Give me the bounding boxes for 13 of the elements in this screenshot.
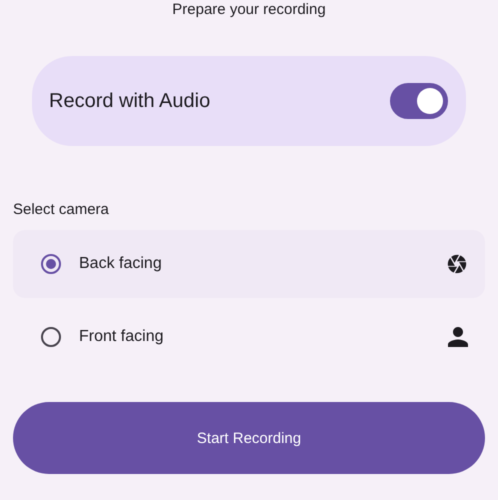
radio-button[interactable] bbox=[41, 327, 61, 347]
camera-aperture-icon bbox=[446, 253, 468, 275]
camera-option[interactable]: Front facing bbox=[13, 303, 485, 371]
audio-switch[interactable] bbox=[390, 83, 448, 119]
section-label: Select camera bbox=[13, 201, 110, 218]
camera-option[interactable]: Back facing bbox=[13, 230, 485, 298]
option-label: Back facing bbox=[79, 255, 163, 273]
start-recording-button[interactable]: Start Recording bbox=[13, 402, 485, 474]
option-label: Front facing bbox=[79, 328, 164, 346]
person-icon bbox=[448, 327, 468, 347]
audio-label: Record with Audio bbox=[49, 90, 210, 112]
radio-button[interactable] bbox=[41, 254, 61, 274]
screen-title: Prepare your recording bbox=[171, 2, 327, 18]
